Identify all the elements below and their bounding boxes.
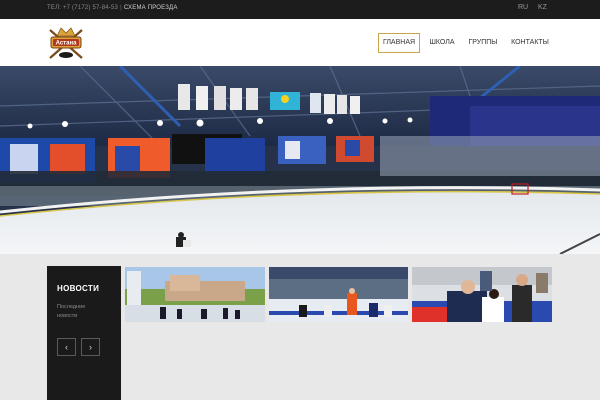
astana-logo[interactable]: Астана [47,24,85,62]
site-header: Астана ГЛАВНАЯ ШКОЛА ГРУППЫ КОНТАКТЫ [0,19,600,66]
news-thumbnail-2[interactable] [269,267,408,322]
lang-ru-link[interactable]: RU [518,4,528,11]
news-prev-button[interactable]: ‹ [57,338,76,356]
chevron-right-icon: › [89,342,92,352]
news-title: НОВОСТИ [57,284,100,293]
phone-number: ТЕЛ: +7 (7172) 57-84-53 [47,5,119,11]
news-next-button[interactable]: › [81,338,100,356]
separator: | [120,5,122,11]
news-photo-1 [125,267,265,322]
logo-icon: Астана [49,27,83,59]
top-bar: ТЕЛ: +7 (7172) 57-84-53 | СХЕМА ПРОЕЗДА RU… [0,0,600,19]
nav-contacts[interactable]: КОНТАКТЫ [508,33,552,53]
logo-text: Астана [56,41,77,47]
nav-groups[interactable]: ГРУППЫ [466,33,500,53]
hero-arena-image [0,66,600,254]
arena-photo [0,66,600,254]
lang-kz-link[interactable]: KZ [538,4,547,11]
news-subtitle: Последние новости [57,304,86,319]
news-panel: НОВОСТИ Последние новости ‹ › [47,266,121,400]
news-photo-2 [269,267,408,322]
chevron-left-icon: ‹ [65,342,68,352]
map-link[interactable]: СХЕМА ПРОЕЗДА [124,5,178,11]
news-thumbnail-1[interactable] [125,267,265,322]
news-photo-3 [412,267,552,322]
news-thumbnail-3[interactable] [412,267,552,322]
nav-home[interactable]: ГЛАВНАЯ [378,33,420,53]
contact-line: ТЕЛ: +7 (7172) 57-84-53 | СХЕМА ПРОЕЗДА [47,5,178,11]
nav-school[interactable]: ШКОЛА [426,33,458,53]
